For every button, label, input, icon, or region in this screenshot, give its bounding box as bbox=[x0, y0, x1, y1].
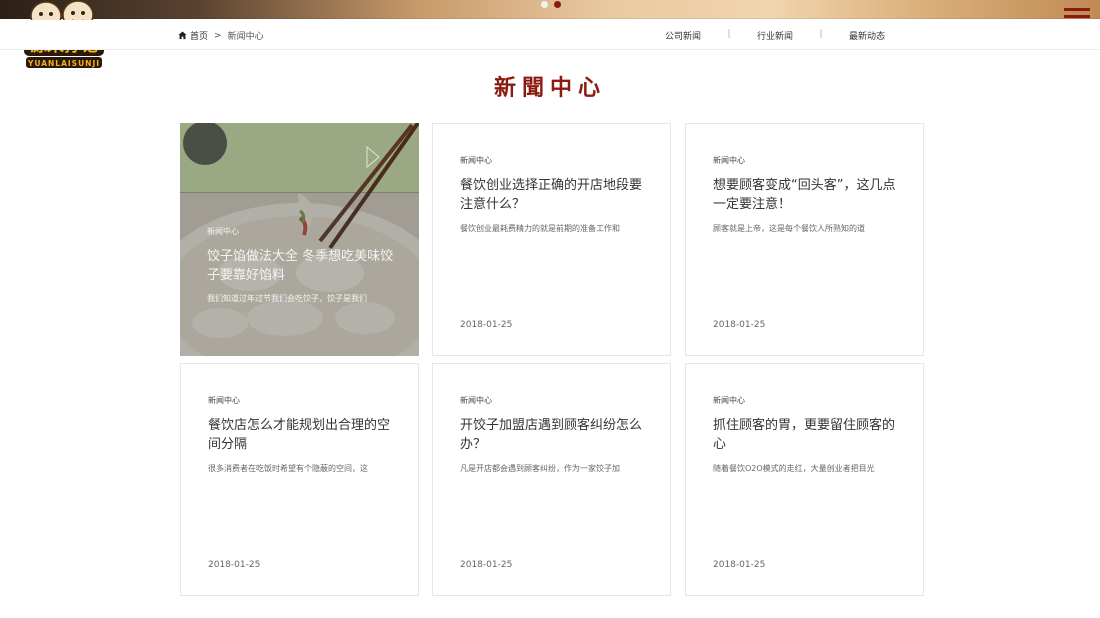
home-icon[interactable] bbox=[178, 31, 187, 40]
hamburger-bar bbox=[1064, 15, 1090, 18]
card-excerpt: 顾客就是上帝，这是每个餐饮人所熟知的道 bbox=[713, 224, 865, 233]
card-excerpt: 餐饮创业最耗费精力的就是前期的准备工作和 bbox=[460, 224, 620, 233]
news-card[interactable]: 新闻中心 抓住顾客的胃，更要留住顾客的心 随着餐饮O2O模式的走红，大量创业者把… bbox=[685, 363, 924, 596]
card-excerpt: 很多消费者在吃饭时希望有个隐蔽的空间，这 bbox=[208, 464, 368, 473]
breadcrumb-current: 新闻中心 bbox=[227, 32, 264, 42]
news-card[interactable]: 新闻中心 想要顾客变成“回头客”，这几点一定要注意！ 顾客就是上帝，这是每个餐饮… bbox=[685, 123, 924, 356]
card-category: 新闻中心 bbox=[713, 156, 745, 165]
news-card[interactable]: 新闻中心 餐饮店怎么才能规划出合理的空间分隔 很多消费者在吃饭时希望有个隐蔽的空… bbox=[180, 363, 419, 596]
card-excerpt: 凡是开店都会遇到顾客纠纷，作为一家饺子加 bbox=[460, 464, 620, 473]
card-title[interactable]: 餐饮店怎么才能规划出合理的空间分隔 bbox=[208, 416, 398, 454]
card-date: 2018-01-25 bbox=[460, 560, 513, 570]
card-category: 新闻中心 bbox=[460, 396, 492, 405]
card-title[interactable]: 想要顾客变成“回头客”，这几点一定要注意！ bbox=[713, 176, 903, 214]
card-excerpt: 我们知道过年过节我们会吃饺子，饺子是我们 bbox=[207, 294, 367, 303]
breadcrumb-separator: > bbox=[214, 30, 222, 41]
category-divider: | bbox=[819, 29, 823, 39]
news-card[interactable]: 新闻中心 餐饮创业选择正确的开店地段要注意什么？ 餐饮创业最耗费精力的就是前期的… bbox=[432, 123, 671, 356]
slider-dot-1[interactable] bbox=[541, 1, 548, 8]
card-title[interactable]: 开饺子加盟店遇到顾客纠纷怎么办？ bbox=[460, 416, 650, 454]
category-tab-industry-news[interactable]: 行业新闻 bbox=[742, 29, 808, 42]
card-excerpt: 随着餐饮O2O模式的走红，大量创业者把目光 bbox=[713, 464, 875, 473]
category-divider: | bbox=[727, 29, 731, 39]
logo-name-en: YUANLAISUNJI bbox=[27, 59, 100, 68]
category-tab-company-news[interactable]: 公司新闻 bbox=[650, 29, 716, 42]
card-title[interactable]: 餐饮创业选择正确的开店地段要注意什么？ bbox=[460, 176, 650, 214]
card-title[interactable]: 抓住顾客的胃，更要留住顾客的心 bbox=[713, 416, 903, 454]
card-date: 2018-01-25 bbox=[208, 560, 261, 570]
breadcrumb: 首页 > 新闻中心 bbox=[178, 29, 264, 42]
card-title[interactable]: 饺子馅做法大全 冬季想吃美味饺子要靠好馅料 bbox=[207, 247, 397, 285]
news-card[interactable]: 新闻中心 开饺子加盟店遇到顾客纠纷怎么办？ 凡是开店都会遇到顾客纠纷，作为一家饺… bbox=[432, 363, 671, 596]
card-date: 2018-01-25 bbox=[460, 320, 513, 330]
category-nav: 公司新闻 | 行业新闻 | 最新动态 bbox=[650, 29, 900, 42]
news-card-featured[interactable]: 新闻中心 饺子馅做法大全 冬季想吃美味饺子要靠好馅料 我们知道过年过节我们会吃饺… bbox=[180, 123, 419, 356]
card-date: 2018-01-25 bbox=[713, 320, 766, 330]
card-category: 新闻中心 bbox=[208, 396, 240, 405]
hamburger-bar bbox=[1064, 8, 1090, 11]
category-tab-latest-updates[interactable]: 最新动态 bbox=[834, 29, 900, 42]
slider-dots bbox=[541, 1, 561, 8]
card-category: 新闻中心 bbox=[207, 227, 239, 236]
sub-navigation-bar: 首页 > 新闻中心 公司新闻 | 行业新闻 | 最新动态 bbox=[0, 20, 1100, 50]
card-category: 新闻中心 bbox=[460, 156, 492, 165]
card-date: 2018-01-25 bbox=[713, 560, 766, 570]
breadcrumb-home-link[interactable]: 首页 bbox=[190, 29, 208, 42]
top-banner bbox=[0, 0, 1100, 19]
page-title: 新聞中心 bbox=[493, 75, 606, 101]
card-category: 新闻中心 bbox=[713, 396, 745, 405]
slider-dot-2[interactable] bbox=[554, 1, 561, 8]
